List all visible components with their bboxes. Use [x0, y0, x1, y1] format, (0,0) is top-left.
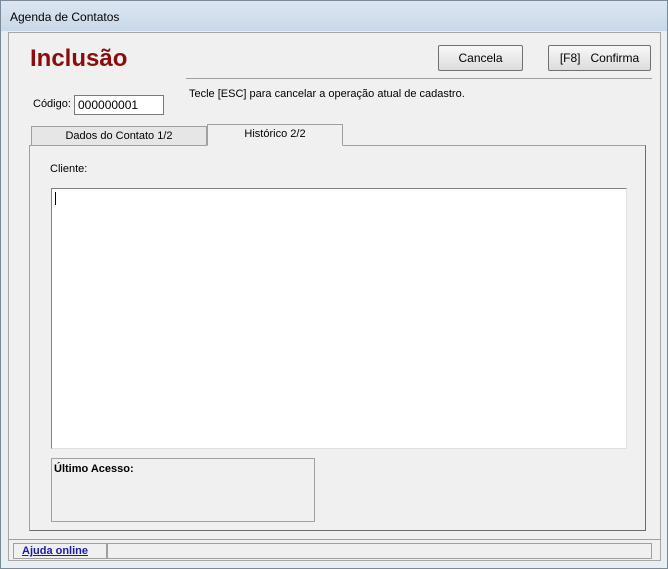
tab-contact-data[interactable]: Dados do Contato 1/2	[31, 126, 207, 146]
code-field[interactable]: 000000001	[74, 95, 164, 115]
confirm-button[interactable]: [F8] Confirma	[548, 45, 651, 71]
client-label: Cliente:	[50, 163, 88, 175]
status-panel	[107, 543, 652, 559]
client-history-textarea[interactable]	[51, 188, 627, 449]
text-caret	[55, 192, 56, 205]
title-bar: Agenda de Contatos	[1, 1, 667, 31]
cancel-button[interactable]: Cancela	[438, 45, 523, 71]
last-access-box: Último Acesso:	[51, 458, 315, 522]
code-label: Código:	[33, 98, 71, 110]
app-window: Agenda de Contatos Inclusão Cancela [F8]…	[0, 0, 668, 569]
status-bar: Ajuda online	[8, 539, 661, 561]
last-access-label: Último Acesso:	[54, 463, 134, 475]
window-title: Agenda de Contatos	[10, 10, 120, 24]
esc-hint: Tecle [ESC] para cancelar a operação atu…	[189, 88, 465, 100]
help-online-link[interactable]: Ajuda online	[13, 543, 107, 559]
page-title: Inclusão	[30, 45, 128, 72]
history-tab-page: Cliente: Último Acesso:	[29, 145, 646, 531]
hint-divider	[186, 78, 652, 79]
form-area: Inclusão Cancela [F8] Confirma Tecle [ES…	[8, 32, 661, 561]
tab-history[interactable]: Histórico 2/2	[207, 124, 343, 146]
